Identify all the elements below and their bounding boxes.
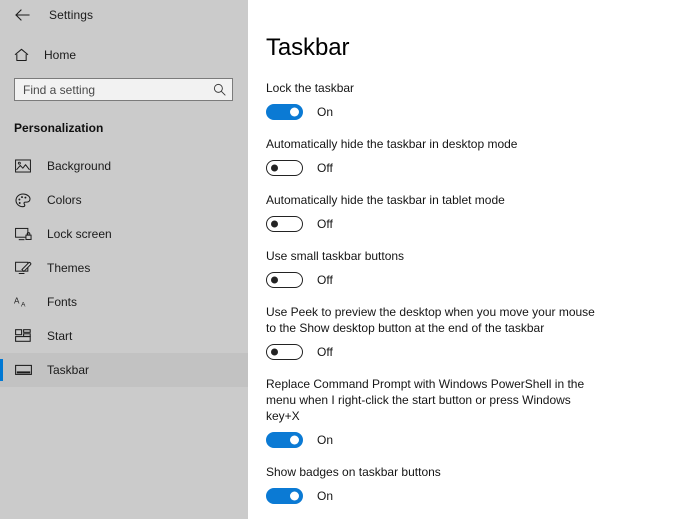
sidebar-item-background-label: Background — [47, 159, 112, 173]
sidebar-item-home[interactable]: Home — [0, 42, 248, 68]
toggle-knob — [290, 491, 299, 501]
svg-text:A: A — [14, 296, 20, 305]
toggle-state-label: On — [317, 105, 334, 119]
main-content: Taskbar Lock the taskbar On Automaticall… — [248, 0, 700, 519]
home-icon — [12, 46, 31, 65]
palette-icon — [14, 191, 32, 209]
sidebar-item-taskbar-label: Taskbar — [47, 363, 90, 377]
toggle-row: On — [266, 487, 700, 505]
sidebar-item-taskbar[interactable]: Taskbar — [0, 353, 248, 387]
toggle-lock-the-taskbar[interactable] — [266, 104, 303, 120]
toggle-replace-command-prompt[interactable] — [266, 432, 303, 448]
toggle-row: On — [266, 431, 700, 449]
toggle-row: Off — [266, 215, 700, 233]
sidebar-item-lock-screen-label: Lock screen — [47, 227, 112, 241]
setting-small-taskbar-buttons: Use small taskbar buttons Off — [266, 248, 700, 289]
toggle-knob — [271, 276, 278, 284]
taskbar-icon — [14, 361, 32, 379]
sidebar-item-background[interactable]: Background — [0, 149, 248, 183]
toggle-state-label: Off — [317, 217, 333, 231]
toggle-state-label: On — [317, 433, 334, 447]
sidebar-item-home-label: Home — [44, 48, 77, 62]
sidebar-item-fonts-label: Fonts — [47, 295, 78, 309]
toggle-small-taskbar-buttons[interactable] — [266, 272, 303, 288]
setting-auto-hide-desktop-mode: Automatically hide the taskbar in deskto… — [266, 136, 700, 177]
brush-monitor-icon — [14, 259, 32, 277]
search-icon — [213, 83, 226, 96]
toggle-use-peek[interactable] — [266, 344, 303, 360]
font-aa-icon: A A — [14, 293, 32, 311]
start-tiles-icon — [14, 327, 32, 345]
setting-auto-hide-tablet-mode: Automatically hide the taskbar in tablet… — [266, 192, 700, 233]
app-title: Settings — [49, 8, 94, 22]
toggle-knob — [271, 164, 278, 172]
sidebar-item-colors-label: Colors — [47, 193, 82, 207]
search-input[interactable] — [23, 79, 213, 100]
sidebar-item-colors[interactable]: Colors — [0, 183, 248, 217]
setting-label: Replace Command Prompt with Windows Powe… — [266, 377, 585, 423]
sidebar-nav-list: Background Colors Lock screen Themes A A… — [0, 149, 248, 387]
sidebar-item-themes[interactable]: Themes — [0, 251, 248, 285]
sidebar-item-start-label: Start — [47, 329, 73, 343]
toggle-auto-hide-desktop-mode[interactable] — [266, 160, 303, 176]
sidebar-item-themes-label: Themes — [47, 261, 91, 275]
sidebar-item-fonts[interactable]: A A Fonts — [0, 285, 248, 319]
toggle-row: Off — [266, 159, 700, 177]
toggle-knob — [290, 107, 299, 117]
toggle-knob — [271, 220, 278, 228]
setting-lock-the-taskbar: Lock the taskbar On — [266, 80, 700, 121]
setting-show-badges: Show badges on taskbar buttons On — [266, 464, 700, 505]
monitor-lock-icon — [14, 225, 32, 243]
setting-use-peek: Use Peek to preview the desktop when you… — [266, 304, 700, 361]
sidebar-item-start[interactable]: Start — [0, 319, 248, 353]
setting-label: Use Peek to preview the desktop when you… — [266, 305, 595, 335]
page-title: Taskbar — [266, 34, 350, 61]
setting-label: Automatically hide the taskbar in deskto… — [266, 137, 518, 151]
back-arrow-icon[interactable] — [9, 4, 35, 26]
toggle-auto-hide-tablet-mode[interactable] — [266, 216, 303, 232]
toggle-state-label: On — [317, 489, 334, 503]
svg-text:A: A — [21, 301, 26, 308]
toggle-knob — [271, 348, 278, 356]
toggle-row: On — [266, 103, 700, 121]
setting-label: Automatically hide the taskbar in tablet… — [266, 193, 505, 207]
toggle-state-label: Off — [317, 273, 333, 287]
setting-replace-command-prompt: Replace Command Prompt with Windows Powe… — [266, 376, 700, 449]
setting-label: Show badges on taskbar buttons — [266, 465, 441, 479]
toggle-state-label: Off — [317, 161, 333, 175]
sidebar: Settings Home Personalization — [0, 0, 248, 519]
sidebar-section-header: Personalization — [14, 121, 104, 135]
toggle-row: Off — [266, 343, 700, 361]
toggle-show-badges[interactable] — [266, 488, 303, 504]
settings-window: Settings Home Personalization — [0, 0, 700, 519]
toggle-knob — [290, 435, 299, 445]
titlebar: Settings — [0, 0, 248, 30]
setting-label: Use small taskbar buttons — [266, 249, 405, 263]
toggle-row: Off — [266, 271, 700, 289]
picture-icon — [14, 157, 32, 175]
setting-label: Lock the taskbar — [266, 81, 355, 95]
toggle-state-label: Off — [317, 345, 333, 359]
search-box[interactable] — [14, 78, 233, 101]
sidebar-item-lock-screen[interactable]: Lock screen — [0, 217, 248, 251]
